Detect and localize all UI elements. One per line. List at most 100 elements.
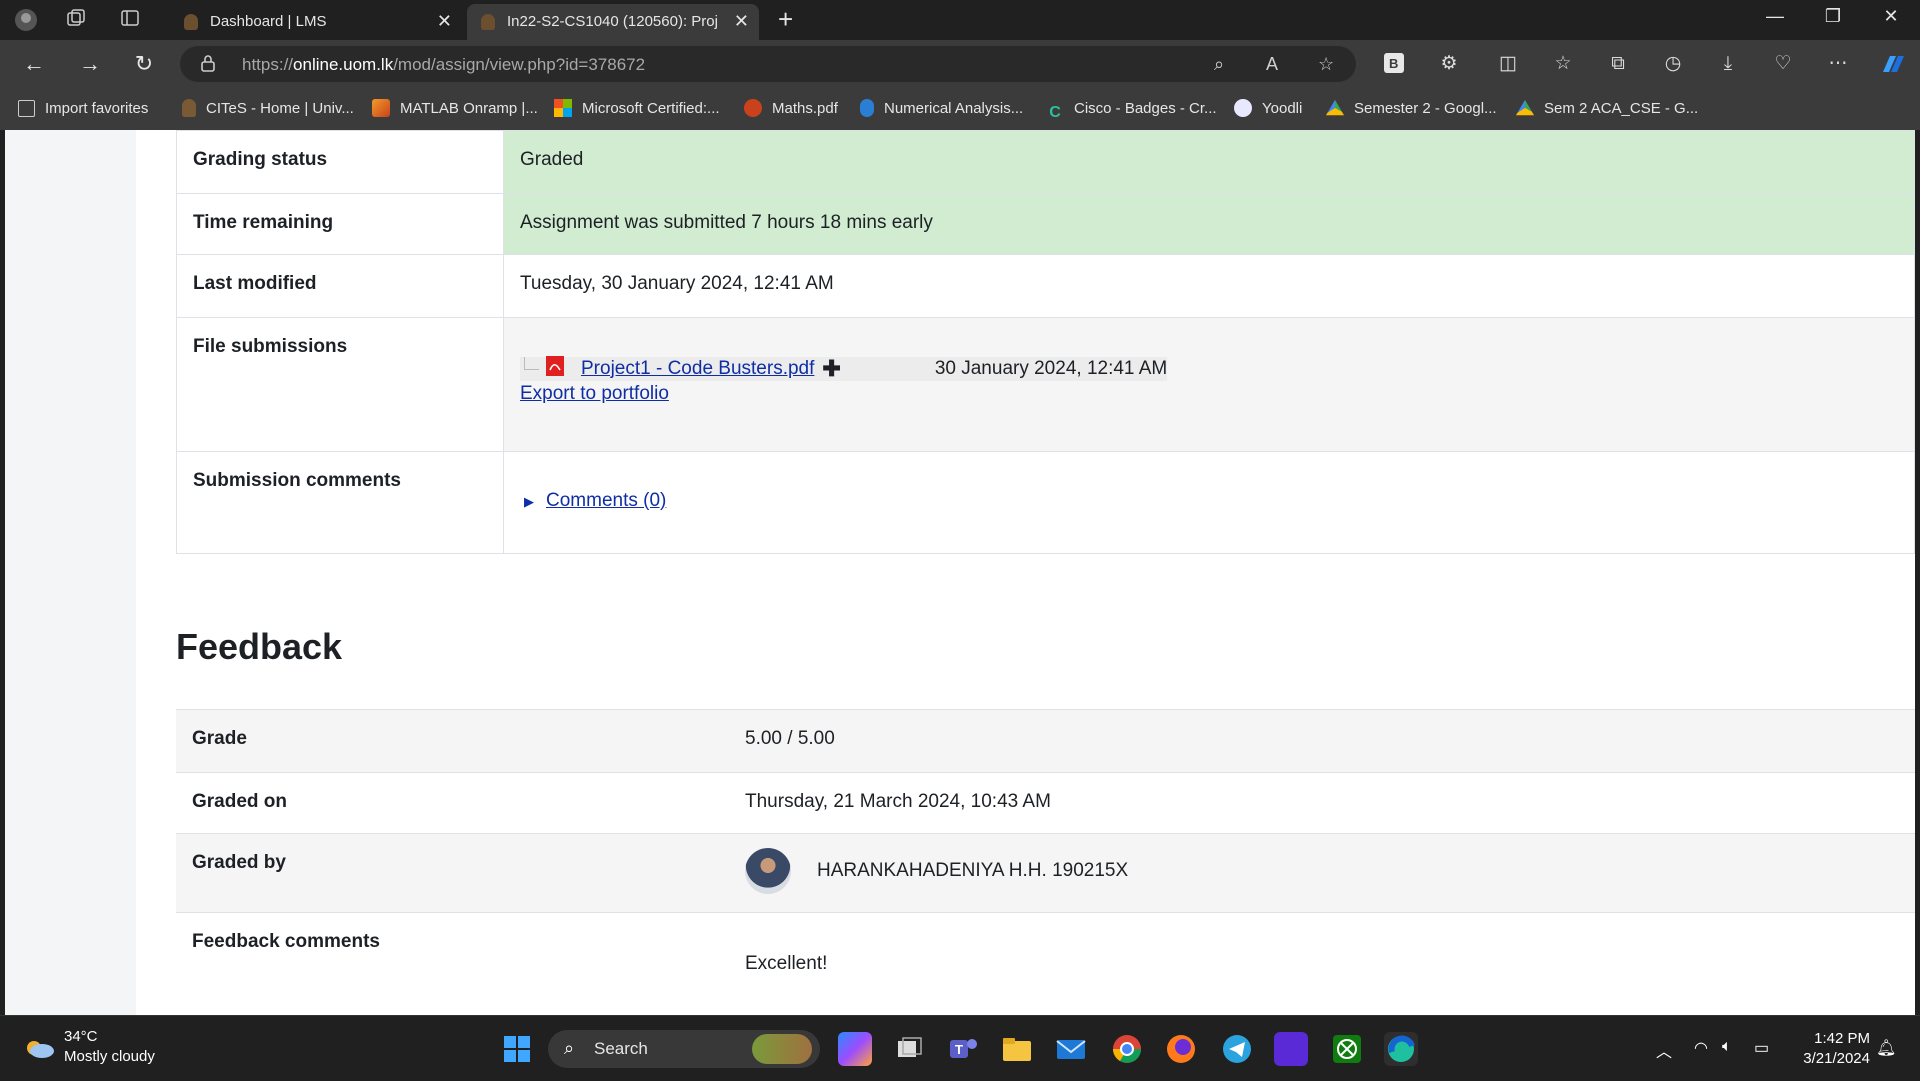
lms-favicon-icon [481, 14, 495, 30]
import-icon [18, 100, 35, 117]
read-aloud-icon[interactable]: A [1266, 54, 1278, 75]
grading-status-value: Graded [503, 130, 1915, 194]
favorite-numerical[interactable]: Numerical Analysis... [860, 96, 1023, 122]
close-tab-icon[interactable]: ✕ [437, 11, 452, 32]
minimize-icon[interactable]: — [1752, 6, 1798, 27]
edge-icon[interactable] [1384, 1032, 1418, 1066]
caret-right-icon[interactable]: ▶ [524, 494, 534, 509]
battery-icon[interactable]: ▭ [1754, 1038, 1769, 1058]
favorite-label: MATLAB Onramp |... [400, 100, 538, 117]
tab-assignment[interactable]: In22-S2-CS1040 (120560): Projec ✕ [467, 4, 759, 40]
system-clock[interactable]: 1:42 PM 3/21/2024 [1790, 1030, 1870, 1067]
file-submissions-value: Project1 - Code Busters.pdf ✚ 30 January… [503, 317, 1915, 452]
favorite-label: Import favorites [45, 100, 149, 117]
lock-icon[interactable] [200, 54, 216, 77]
favorite-star-icon[interactable]: ☆ [1318, 54, 1334, 75]
table-row: Grading status Graded [176, 130, 1915, 194]
copilot-icon[interactable] [1880, 52, 1906, 76]
favorite-import[interactable]: Import favorites [18, 96, 148, 122]
browser-essentials-icon[interactable]: ♡ [1770, 52, 1796, 76]
comments-link[interactable]: Comments (0) [546, 490, 666, 511]
tab-title: Dashboard | LMS [210, 13, 327, 30]
workspaces-icon[interactable] [64, 8, 88, 32]
copilot-preview-icon[interactable] [838, 1032, 872, 1066]
avatar[interactable] [745, 848, 791, 894]
google-drive-icon [1326, 99, 1344, 116]
feedback-comments-label: Feedback comments [176, 912, 729, 1013]
favorite-semester2[interactable]: Semester 2 - Googl... [1326, 96, 1497, 122]
mail-icon[interactable] [1054, 1032, 1088, 1066]
google-drive-icon [1516, 99, 1534, 116]
new-tab-button[interactable]: + [778, 4, 793, 34]
start-windows-icon[interactable] [500, 1032, 534, 1066]
favorite-cisco[interactable]: C Cisco - Badges - Cr... [1046, 96, 1216, 122]
plus-icon[interactable]: ✚ [822, 356, 840, 382]
url-path: /mod/assign/view.php?id=378672 [393, 55, 646, 74]
grade-value: 5.00 / 5.00 [729, 709, 1915, 773]
volume-icon[interactable]: 🔈︎ [1722, 1038, 1732, 1056]
pdf-file-icon [545, 355, 565, 383]
task-view-icon[interactable] [892, 1032, 926, 1066]
more-menu-icon[interactable]: ⋯ [1825, 52, 1851, 76]
browser-tab-strip: Dashboard | LMS ✕ In22-S2-CS1040 (120560… [0, 0, 1920, 40]
chrome-icon[interactable] [1110, 1032, 1144, 1066]
search-label: Search [594, 1039, 648, 1058]
close-tab-icon[interactable]: ✕ [734, 11, 749, 32]
xbox-icon[interactable] [1330, 1032, 1364, 1066]
downloads-icon[interactable]: ⤓ [1715, 52, 1741, 76]
feedback-comment-text: Excellent! [745, 953, 828, 974]
export-portfolio-link[interactable]: Export to portfolio [520, 383, 669, 404]
search-highlight-icon [752, 1034, 812, 1064]
forward-arrow-icon[interactable]: → [76, 50, 104, 78]
clock-time: 1:42 PM [1814, 1030, 1870, 1047]
table-row: Grade 5.00 / 5.00 [176, 709, 1915, 773]
wifi-icon[interactable]: ◠ [1694, 1038, 1708, 1058]
favorite-yoodli[interactable]: Yoodli [1234, 96, 1302, 122]
graded-by-label: Graded by [176, 833, 729, 913]
teams-icon[interactable]: T [946, 1032, 980, 1066]
file-explorer-icon[interactable] [1000, 1032, 1034, 1066]
notification-bell-icon[interactable]: 🔔︎ [1876, 1038, 1896, 1058]
split-screen-icon[interactable]: ◫ [1495, 52, 1521, 76]
history-icon[interactable]: ◷ [1660, 52, 1686, 76]
credly-icon: C [1049, 104, 1061, 121]
taskbar-search[interactable]: ⌕ Search [548, 1030, 820, 1068]
show-hidden-icons[interactable]: ︿ [1656, 1038, 1672, 1062]
collections-icon[interactable]: ⧉ [1605, 52, 1631, 76]
favorite-label: Yoodli [1262, 100, 1303, 117]
tab-actions-icon[interactable] [118, 8, 142, 32]
telegram-icon[interactable] [1220, 1032, 1254, 1066]
uom-logo-icon [182, 99, 196, 117]
zoom-icon[interactable]: ⌕ [1214, 54, 1224, 75]
last-modified-label: Last modified [176, 254, 504, 318]
pdf-crest-icon [744, 99, 762, 117]
extension-b-icon[interactable]: B [1381, 52, 1407, 76]
favorites-icon[interactable]: ☆ [1550, 52, 1576, 76]
profile-avatar-icon[interactable] [14, 8, 38, 32]
url-text[interactable]: https://online.uom.lk/mod/assign/view.ph… [242, 55, 645, 75]
tab-dashboard[interactable]: Dashboard | LMS ✕ [170, 4, 462, 40]
page-content: Grading status Graded Time remaining Ass… [5, 130, 1915, 1015]
close-window-icon[interactable]: ✕ [1868, 6, 1914, 27]
favorite-label: Maths.pdf [772, 100, 838, 117]
restore-icon[interactable]: ❐ [1810, 6, 1856, 27]
time-remaining-label: Time remaining [176, 193, 504, 255]
favorite-maths-pdf[interactable]: Maths.pdf [744, 96, 838, 122]
submitted-file-link[interactable]: Project1 - Code Busters.pdf [581, 358, 814, 380]
firefox-icon[interactable] [1164, 1032, 1198, 1066]
favorite-cites[interactable]: CITeS - Home | Univ... [182, 96, 354, 122]
favorite-sem2-aca[interactable]: Sem 2 ACA_CSE - G... [1516, 96, 1698, 122]
feedback-table: Grade 5.00 / 5.00 Graded on Thursday, 21… [176, 709, 1915, 1013]
temperature: 34°C [64, 1028, 98, 1045]
favorite-matlab[interactable]: MATLAB Onramp |... [372, 96, 538, 122]
favorite-label: Semester 2 - Googl... [1354, 100, 1497, 117]
table-row: File submissions Project1 - Code Busters… [176, 317, 1915, 452]
address-bar[interactable]: https://online.uom.lk/mod/assign/view.ph… [180, 46, 1356, 82]
proton-icon[interactable] [1274, 1032, 1308, 1066]
refresh-icon[interactable]: ↻ [130, 50, 158, 78]
extensions-icon[interactable]: ⚙ [1436, 52, 1462, 76]
windows-taskbar: 34°C Mostly cloudy ⌕ Search T ︿ ◠ 🔈︎ ▭ 1… [0, 1015, 1920, 1081]
favorite-microsoft[interactable]: Microsoft Certified:... [554, 96, 720, 122]
back-arrow-icon[interactable]: ← [20, 50, 48, 78]
graded-on-label: Graded on [176, 772, 729, 834]
